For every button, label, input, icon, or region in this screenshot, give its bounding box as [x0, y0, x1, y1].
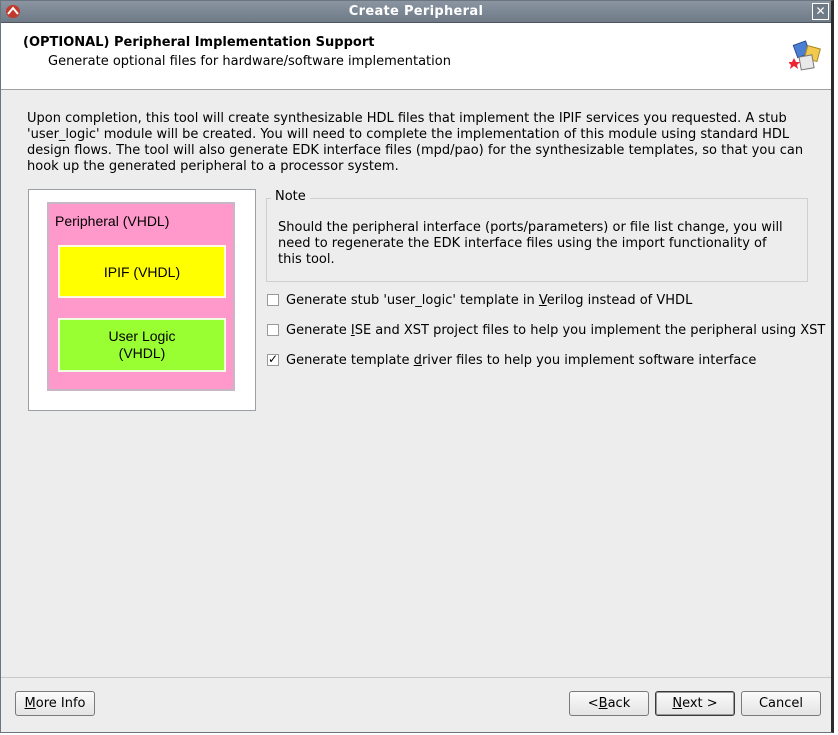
ise-xst-project-checkbox[interactable] — [267, 324, 279, 336]
option-mnemonic: d — [413, 352, 422, 368]
ipif-block: IPIF (VHDL) — [58, 245, 226, 298]
wizard-puzzle-icon — [789, 40, 821, 71]
button-label: Cancel — [758, 696, 804, 711]
note-border-right — [310, 198, 808, 199]
option-label: Generate stub 'user_logic' template in V… — [286, 293, 692, 308]
peripheral-diagram: Peripheral (VHDL) IPIF (VHDL) User Logic… — [28, 189, 256, 411]
description-text: Upon completion, this tool will create s… — [27, 111, 804, 174]
button-label-pre: < — [587, 696, 599, 711]
peripheral-label: Peripheral (VHDL) — [55, 213, 170, 229]
button-label: ext > — [682, 696, 718, 711]
button-mnemonic: M — [24, 696, 36, 711]
option-mnemonic: V — [538, 292, 547, 308]
next-button[interactable]: Next > — [655, 691, 735, 716]
button-label: ack — [607, 696, 631, 711]
driver-files-option[interactable]: Generate template driver files to help y… — [267, 351, 756, 369]
wizard-header: (OPTIONAL) Peripheral Implementation Sup… — [1, 23, 831, 90]
verilog-stub-option[interactable]: Generate stub 'user_logic' template in V… — [267, 291, 692, 309]
ise-xst-project-option[interactable]: Generate ISE and XST project files to he… — [267, 321, 825, 339]
create-peripheral-dialog: Create Peripheral ✕ (OPTIONAL) Periphera… — [0, 0, 834, 733]
option-label: Generate template driver files to help y… — [286, 353, 756, 368]
note-border-left — [266, 198, 271, 199]
button-mnemonic: N — [672, 696, 683, 711]
note-legend: Note — [274, 189, 307, 204]
cancel-button[interactable]: Cancel — [741, 691, 821, 716]
option-label-post: river files to help you implement softwa… — [421, 352, 757, 368]
peripheral-block: Peripheral (VHDL) IPIF (VHDL) User Logic… — [47, 202, 235, 391]
option-label-pre: Generate stub 'user_logic' template in — [286, 292, 539, 308]
driver-files-checkbox[interactable] — [267, 352, 279, 366]
option-label-post: SE and XST project files to help you imp… — [354, 322, 826, 338]
note-group: Note Should the peripheral interface (po… — [266, 189, 808, 282]
title-bar[interactable]: Create Peripheral ✕ — [1, 1, 831, 23]
button-mnemonic: B — [598, 696, 608, 711]
button-label: ore Info — [35, 696, 86, 711]
option-label-pre: Generate — [286, 322, 351, 338]
page-title: (OPTIONAL) Peripheral Implementation Sup… — [23, 35, 375, 50]
option-label: Generate ISE and XST project files to he… — [286, 323, 825, 338]
option-label-post: erilog instead of VHDL — [546, 292, 693, 308]
footer-separator — [1, 677, 831, 678]
close-button[interactable]: ✕ — [812, 3, 829, 20]
back-button[interactable]: < Back — [569, 691, 649, 716]
user-logic-block: User Logic (VHDL) — [58, 318, 226, 372]
note-text: Should the peripheral interface (ports/p… — [278, 220, 783, 267]
page-subtitle: Generate optional files for hardware/sof… — [48, 54, 451, 69]
more-info-button[interactable]: More Info — [15, 691, 95, 716]
window-title: Create Peripheral — [348, 4, 484, 19]
option-label-pre: Generate template — [286, 352, 414, 368]
verilog-stub-checkbox[interactable] — [267, 294, 279, 306]
